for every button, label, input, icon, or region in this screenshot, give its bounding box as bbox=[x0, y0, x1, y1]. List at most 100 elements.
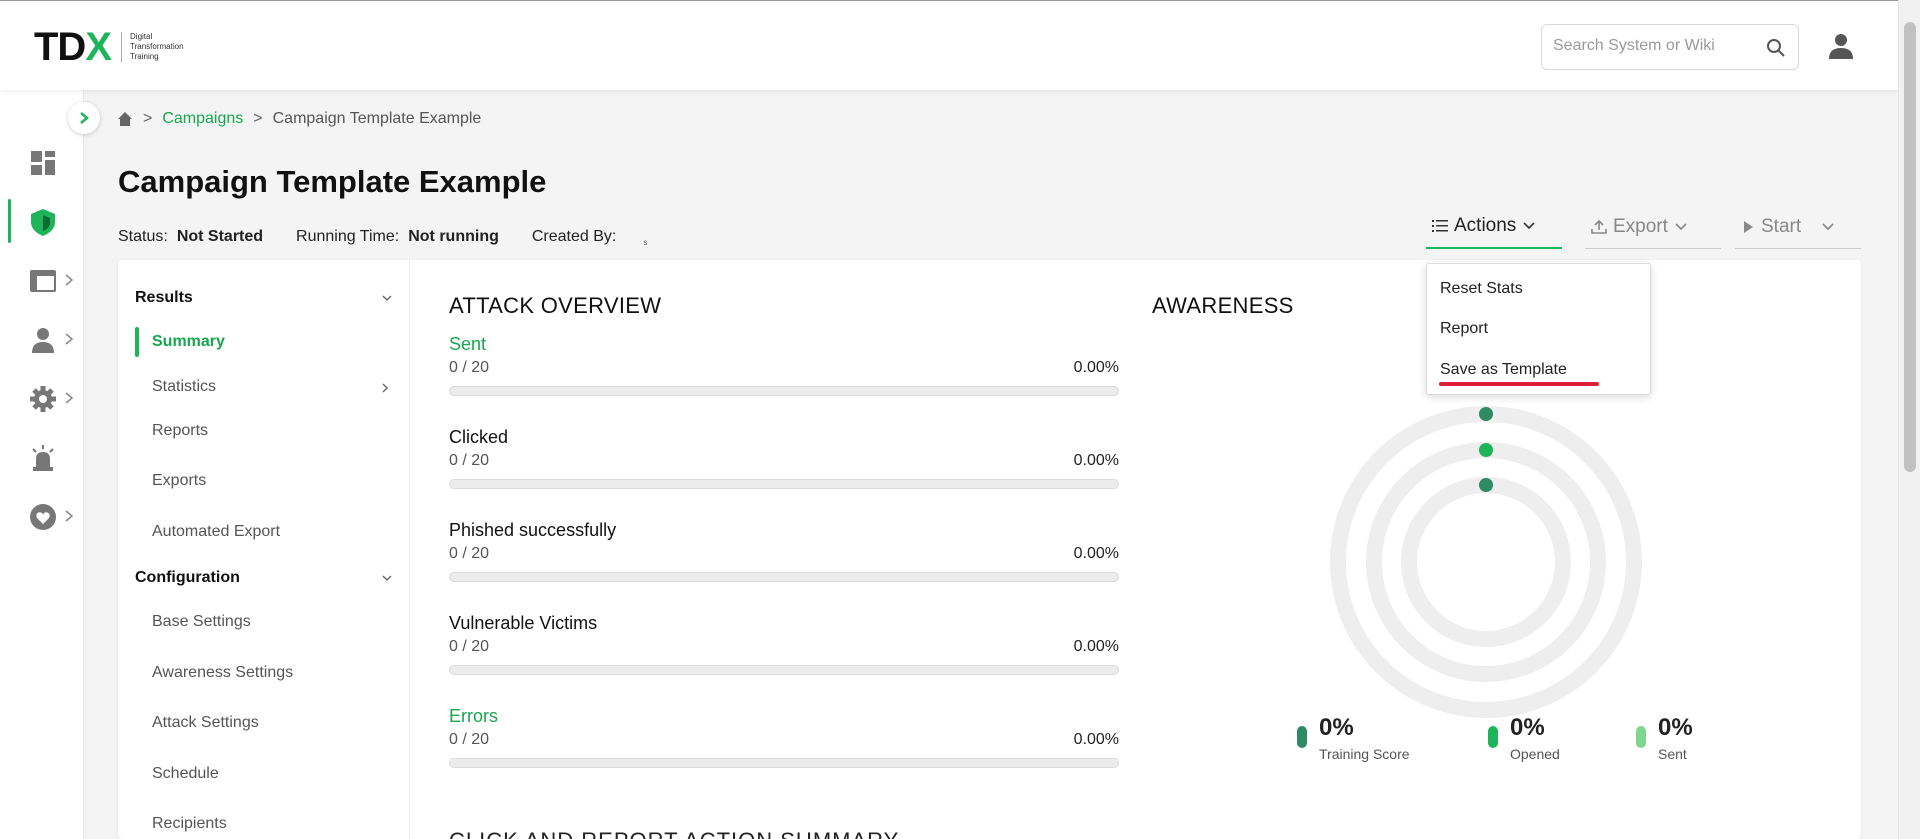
breadcrumb-separator: > bbox=[253, 110, 263, 127]
menu-group-configuration[interactable]: Configuration bbox=[135, 569, 395, 587]
breadcrumb-campaigns-link[interactable]: Campaigns bbox=[162, 110, 243, 128]
export-label: Export bbox=[1613, 215, 1668, 237]
search-icon[interactable] bbox=[1766, 38, 1786, 58]
menu-item-save-as-template[interactable]: Save as Template bbox=[1440, 361, 1567, 379]
metric-percent: 0.00% bbox=[1073, 359, 1119, 376]
legend-label: Training Score bbox=[1319, 746, 1410, 762]
chevron-down-icon bbox=[382, 575, 392, 581]
legend-swatch bbox=[1488, 726, 1498, 748]
alarm-icon bbox=[32, 445, 54, 471]
menu-item-reset-stats[interactable]: Reset Stats bbox=[1440, 280, 1523, 298]
nav-campaigns[interactable] bbox=[0, 197, 84, 245]
upload-icon bbox=[1591, 219, 1607, 234]
actions-dropdown-menu: Reset Stats Report Save as Template bbox=[1426, 263, 1651, 395]
menu-group-label: Results bbox=[135, 289, 193, 306]
metric-count: 0 / 20 bbox=[449, 452, 490, 469]
sidebar-toggle-button[interactable] bbox=[68, 102, 100, 134]
nav-alerts[interactable] bbox=[0, 433, 84, 481]
list-icon bbox=[1432, 220, 1448, 232]
shield-icon bbox=[31, 209, 55, 236]
menu-item-schedule[interactable]: Schedule bbox=[152, 765, 392, 783]
ring-sent bbox=[1401, 477, 1571, 647]
metric-count: 0 / 20 bbox=[449, 545, 490, 562]
page-scrollbar[interactable] bbox=[1898, 0, 1920, 839]
status-label: Status: bbox=[118, 228, 168, 245]
play-icon bbox=[1744, 220, 1753, 233]
metric-count: 0 / 20 bbox=[449, 638, 490, 655]
metric-vulnerable-victims: Vulnerable Victims 0 / 20 0.00% bbox=[449, 613, 1119, 675]
nav-content[interactable] bbox=[0, 256, 84, 304]
ring-training-score bbox=[1330, 406, 1642, 718]
chevron-down-icon bbox=[1675, 222, 1687, 230]
menu-group-results[interactable]: Results bbox=[135, 289, 395, 307]
legend-value: 0% bbox=[1658, 714, 1693, 741]
breadcrumb-separator: > bbox=[143, 110, 153, 127]
metric-count: 0 / 20 bbox=[449, 359, 490, 376]
legend-opened: 0% Opened bbox=[1488, 714, 1560, 762]
search-input[interactable] bbox=[1553, 37, 1763, 55]
created-by-label: Created By: bbox=[531, 228, 617, 245]
metric-percent: 0.00% bbox=[1073, 545, 1119, 562]
legend-swatch bbox=[1636, 726, 1646, 748]
legend-value: 0% bbox=[1510, 714, 1545, 741]
menu-item-reports[interactable]: Reports bbox=[152, 422, 392, 440]
metric-clicked: Clicked 0 / 20 0.00% bbox=[449, 427, 1119, 489]
actions-button[interactable]: Actions bbox=[1426, 205, 1562, 249]
nav-settings[interactable] bbox=[0, 374, 84, 422]
search-box[interactable] bbox=[1541, 24, 1799, 70]
metric-progress-bar bbox=[449, 479, 1119, 489]
legend-training-score: 0% Training Score bbox=[1297, 714, 1410, 762]
chevron-right-icon bbox=[80, 112, 89, 124]
campaign-status-line: Status: Not Started Running Time: Not ru… bbox=[118, 228, 647, 247]
legend-value: 0% bbox=[1319, 714, 1354, 741]
home-icon[interactable] bbox=[117, 111, 133, 127]
sidebar bbox=[0, 90, 84, 839]
heart-icon bbox=[30, 504, 56, 530]
menu-item-recipients[interactable]: Recipients bbox=[152, 815, 392, 833]
menu-item-summary[interactable]: Summary bbox=[135, 327, 392, 357]
menu-item-report[interactable]: Report bbox=[1440, 320, 1488, 338]
metric-progress-bar bbox=[449, 758, 1119, 768]
nav-users[interactable] bbox=[0, 315, 84, 363]
export-button[interactable]: Export bbox=[1585, 205, 1721, 249]
user-icon[interactable] bbox=[1826, 31, 1856, 61]
users-icon bbox=[32, 328, 54, 353]
chevron-right-icon bbox=[65, 274, 74, 286]
breadcrumb-current: Campaign Template Example bbox=[272, 110, 482, 127]
legend-sent: 0% Sent bbox=[1636, 714, 1693, 762]
metric-progress-bar bbox=[449, 572, 1119, 582]
highlight-underline bbox=[1439, 382, 1599, 386]
chevron-down-icon bbox=[382, 295, 392, 301]
metric-name: Phished successfully bbox=[449, 520, 617, 540]
ring-marker-inner bbox=[1479, 478, 1493, 492]
awareness-radial-chart bbox=[1330, 406, 1642, 718]
menu-group-label: Configuration bbox=[135, 569, 240, 586]
click-report-summary-title: CLICK AND REPORT ACTION SUMMARY bbox=[449, 828, 899, 839]
layout-icon bbox=[30, 270, 56, 292]
menu-item-awareness-settings[interactable]: Awareness Settings bbox=[152, 664, 392, 682]
running-time-value: Not running bbox=[408, 228, 499, 245]
metric-percent: 0.00% bbox=[1073, 638, 1119, 655]
menu-item-label: Statistics bbox=[152, 378, 217, 395]
legend-label: Opened bbox=[1510, 746, 1560, 762]
chevron-right-icon bbox=[65, 510, 74, 522]
breadcrumb: > Campaigns > Campaign Template Example bbox=[117, 110, 481, 128]
menu-item-base-settings[interactable]: Base Settings bbox=[152, 613, 392, 631]
legend-label: Sent bbox=[1658, 746, 1687, 762]
start-button[interactable]: Start bbox=[1735, 205, 1861, 249]
menu-item-automated-export[interactable]: Automated Export bbox=[152, 523, 392, 541]
metric-progress-bar bbox=[449, 665, 1119, 675]
chevron-down-icon[interactable] bbox=[1821, 222, 1835, 232]
metric-name: Errors bbox=[449, 706, 498, 726]
nav-dashboard[interactable] bbox=[0, 138, 84, 186]
menu-item-attack-settings[interactable]: Attack Settings bbox=[152, 714, 392, 732]
start-label: Start bbox=[1761, 215, 1802, 237]
menu-item-statistics[interactable]: Statistics bbox=[152, 378, 392, 396]
tdx-logo[interactable]: TDX Digital Transformation Training bbox=[34, 27, 191, 67]
nav-favorites[interactable] bbox=[0, 492, 84, 540]
awareness-title: AWARENESS bbox=[1152, 293, 1294, 318]
chevron-right-icon bbox=[65, 333, 74, 345]
scrollbar-thumb[interactable] bbox=[1904, 22, 1916, 472]
menu-item-exports[interactable]: Exports bbox=[152, 472, 392, 490]
metric-errors: Errors 0 / 20 0.00% bbox=[449, 706, 1119, 768]
